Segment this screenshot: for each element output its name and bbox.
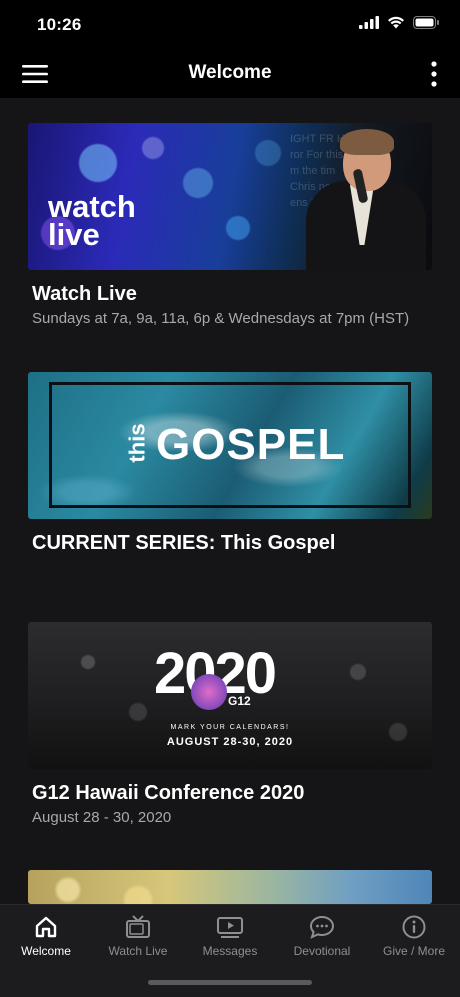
watch-live-logo-text: watch live xyxy=(48,189,136,252)
more-options-icon[interactable] xyxy=(430,61,438,87)
current-series-card[interactable]: this GOSPEL CURRENT SERIES: This Gospel xyxy=(28,372,432,555)
status-icons xyxy=(359,16,440,29)
mark-calendars-text: MARK YOUR CALENDARS! xyxy=(170,724,290,731)
battery-icon xyxy=(413,16,439,29)
gospel-this-text: this xyxy=(124,423,150,463)
tv-icon xyxy=(126,915,150,938)
this-gospel-image[interactable]: this GOSPEL xyxy=(28,372,432,519)
conference-dates-text: AUGUST 28-30, 2020 xyxy=(166,736,294,748)
tab-give-more[interactable]: Give / More xyxy=(368,915,460,967)
cellular-signal-icon xyxy=(359,16,379,29)
tab-label: Devotional xyxy=(293,944,351,958)
info-icon xyxy=(402,915,426,939)
conference-image[interactable]: 2020 G12 MARK YOUR CALENDARS! AUGUST 28-… xyxy=(28,622,432,769)
home-icon xyxy=(35,916,57,938)
wifi-icon xyxy=(388,16,404,29)
tab-label: Give / More xyxy=(382,944,445,958)
g12-logo-text: G12 xyxy=(228,694,251,708)
tab-label: Welcome xyxy=(21,944,71,958)
tab-label: Messages xyxy=(202,944,258,958)
page-title: Welcome xyxy=(188,62,272,83)
status-bar: 10:26 xyxy=(0,0,460,50)
status-time: 10:26 xyxy=(37,15,82,34)
card-title: CURRENT SERIES: This Gospel xyxy=(32,532,336,554)
navigation-bar: Welcome xyxy=(0,50,460,98)
conference-card[interactable]: 2020 G12 MARK YOUR CALENDARS! AUGUST 28-… xyxy=(28,622,432,826)
gospel-title-text: GOSPEL xyxy=(156,420,346,469)
tab-welcome[interactable]: Welcome xyxy=(0,915,92,967)
watch-live-image[interactable]: IGHT FR HE LO ror For this m the tim Chris … xyxy=(28,123,432,270)
card-title: G12 Hawaii Conference 2020 xyxy=(32,782,305,804)
chat-bubble-icon xyxy=(309,915,335,939)
partial-card-image[interactable] xyxy=(28,870,432,904)
speaker-hair xyxy=(340,129,394,155)
partial-card[interactable] xyxy=(28,870,432,904)
home-indicator xyxy=(148,980,312,985)
card-title: Watch Live xyxy=(32,283,137,305)
tab-label: Watch Live xyxy=(108,944,168,958)
tab-devotional[interactable]: Devotional xyxy=(276,915,368,967)
tab-watch-live[interactable]: Watch Live xyxy=(92,915,184,967)
tab-messages[interactable]: Messages xyxy=(184,915,276,967)
card-subtitle: Sundays at 7a, 9a, 11a, 6p & Wednesdays … xyxy=(32,310,410,327)
card-subtitle: August 28 - 30, 2020 xyxy=(32,809,172,826)
gradient-orb xyxy=(191,674,227,710)
video-play-icon xyxy=(217,917,243,938)
watch-live-card[interactable]: IGHT FR HE LO ror For this m the tim Chris … xyxy=(28,123,432,327)
